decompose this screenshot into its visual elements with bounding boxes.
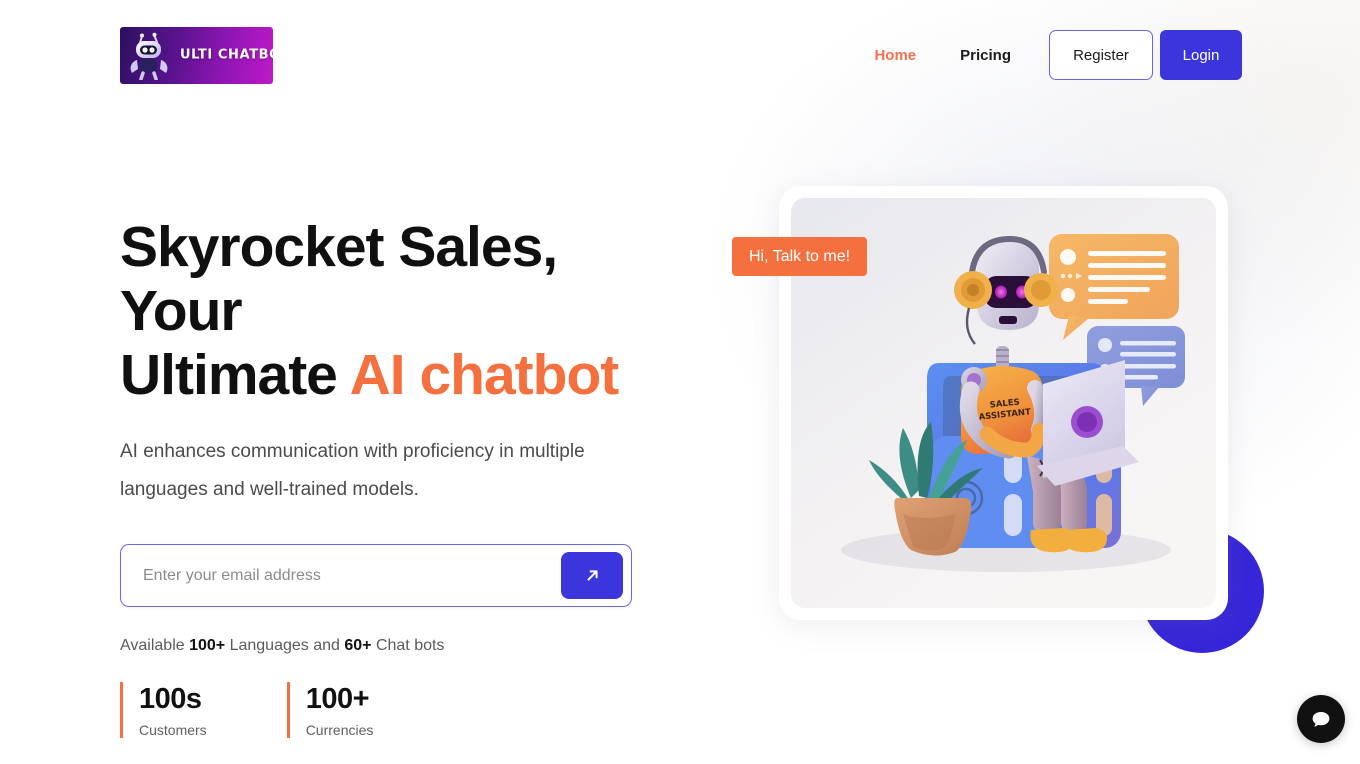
talk-to-me-badge[interactable]: Hi, Talk to me! bbox=[732, 237, 868, 276]
arrow-up-right-icon bbox=[587, 570, 598, 581]
headline-line-1: Skyrocket Sales, Your bbox=[120, 215, 558, 343]
page-title: Skyrocket Sales, Your Ultimate AI chatbo… bbox=[120, 215, 680, 407]
availability-middle: Languages and bbox=[225, 637, 345, 654]
availability-suffix: Chat bots bbox=[371, 637, 445, 654]
email-submit-button[interactable] bbox=[561, 552, 623, 599]
headline-line-2-plain: Ultimate bbox=[120, 343, 350, 407]
availability-bots-count: 60+ bbox=[344, 637, 372, 654]
stat-label: Currencies bbox=[305, 722, 374, 738]
availability-prefix: Available bbox=[120, 637, 190, 654]
stat-item-currencies: 100+ Currencies bbox=[286, 682, 374, 738]
site-header: ULTI CHATBOT Home Pricing Register Login bbox=[0, 0, 1360, 110]
register-button[interactable]: Register bbox=[1049, 30, 1153, 80]
main-navigation: Home Pricing Register Login bbox=[874, 30, 1242, 80]
hero-text-column: Skyrocket Sales, Your Ultimate AI chatbo… bbox=[120, 215, 680, 655]
stat-item-customers: 100s Customers bbox=[120, 682, 207, 738]
brand-logo[interactable]: ULTI CHATBOT bbox=[120, 26, 273, 84]
stats-row: 100s Customers 100+ Currencies bbox=[120, 682, 453, 738]
stat-label: Customers bbox=[139, 722, 207, 738]
hero-subheading: AI enhances communication with proficien… bbox=[120, 441, 585, 500]
chat-widget-button[interactable] bbox=[1297, 695, 1345, 743]
brand-logo-text: ULTI CHATBOT bbox=[180, 47, 273, 63]
nav-link-pricing[interactable]: Pricing bbox=[960, 41, 1011, 70]
login-button[interactable]: Login bbox=[1160, 30, 1242, 80]
availability-languages-count: 100+ bbox=[189, 637, 226, 654]
robot-mascot-icon bbox=[130, 32, 168, 80]
stat-value: 100s bbox=[139, 683, 202, 715]
chat-bubble-icon bbox=[1312, 712, 1330, 727]
stat-value: 100+ bbox=[305, 683, 370, 715]
headline-accent: AI chatbot bbox=[349, 343, 620, 407]
availability-text: Available 100+ Languages and 60+ Chat bo… bbox=[120, 637, 680, 655]
email-signup-form bbox=[120, 544, 632, 607]
email-input[interactable] bbox=[121, 545, 561, 606]
nav-link-home[interactable]: Home bbox=[874, 41, 916, 70]
